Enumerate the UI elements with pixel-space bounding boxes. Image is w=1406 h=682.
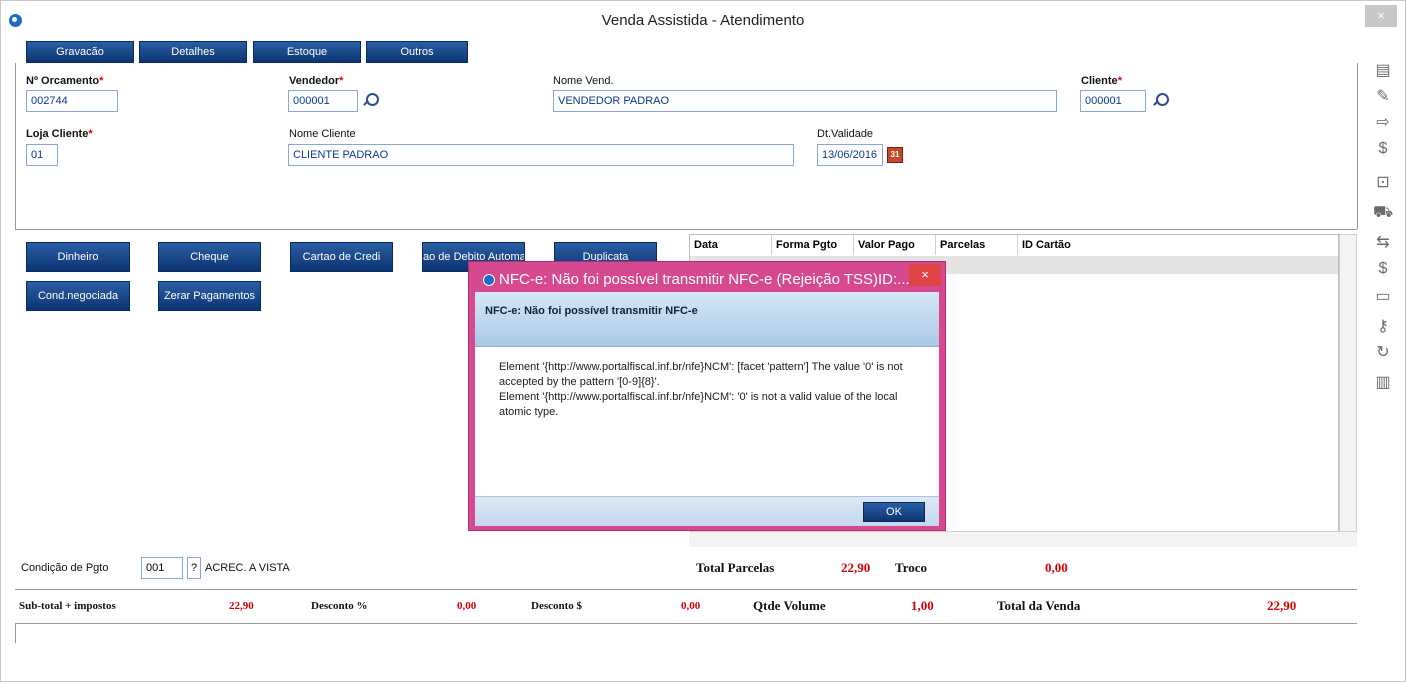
condicao-desc: ACREC. A VISTA	[205, 562, 290, 574]
total-parcelas-value: 22,90	[841, 560, 871, 575]
money-icon[interactable]: $	[1373, 139, 1393, 159]
dialog-message-line-2: Element '{http://www.portalfiscal.inf.br…	[499, 391, 898, 418]
preview-icon[interactable]: ⊡	[1373, 173, 1393, 193]
right-border	[1357, 63, 1358, 229]
orcamento-field[interactable]: 002744	[26, 90, 118, 112]
validade-label: Dt.Validade	[817, 128, 874, 140]
col-id-cartao[interactable]: ID Cartão	[1018, 235, 1338, 255]
dialog-message: Element '{http://www.portalfiscal.inf.br…	[499, 360, 919, 420]
cliente-label: Cliente*	[1081, 75, 1122, 87]
zerar-pagamentos-button[interactable]: Zerar Pagamentos	[158, 281, 261, 311]
tools-icon[interactable]: ✎	[1373, 87, 1393, 107]
dialog-footer: OK	[475, 496, 939, 526]
import-icon[interactable]: ⇨	[1373, 113, 1393, 133]
dinheiro-button[interactable]: Dinheiro	[26, 242, 130, 272]
nome-cliente-label: Nome Cliente	[289, 128, 356, 140]
troco-label: Troco	[895, 560, 928, 575]
window-close-button[interactable]: ×	[1365, 5, 1397, 27]
card-icon[interactable]: ▭	[1373, 287, 1393, 307]
dialog-header-text: NFC-e: Não foi possível transmitir NFC-e	[485, 305, 698, 317]
vendedor-label: Vendedor*	[289, 75, 344, 87]
vendedor-search-icon[interactable]	[362, 93, 379, 107]
volume-label: Qtde Volume	[753, 598, 826, 613]
total-venda-value: 22,90	[1267, 598, 1297, 613]
cliente-field[interactable]: 000001	[1080, 90, 1146, 112]
troco-value: 0,00	[1045, 560, 1068, 575]
nav-estoque-button[interactable]: Estoque	[253, 41, 361, 63]
nome-vend-field[interactable]: VENDEDOR PADRAO	[553, 90, 1057, 112]
footer-left-border	[15, 623, 16, 643]
chart-icon[interactable]: ▥	[1373, 373, 1393, 393]
col-parcelas[interactable]: Parcelas	[936, 235, 1018, 255]
key-icon[interactable]: ⚷	[1373, 317, 1393, 337]
calendar-icon[interactable]: 31	[887, 147, 903, 163]
cond-negociada-button[interactable]: Cond.negociada	[26, 281, 130, 311]
loja-cliente-label: Loja Cliente*	[26, 128, 93, 140]
desconto-val-value: 0,00	[681, 600, 701, 612]
section-divider	[15, 229, 1357, 230]
desconto-val-label: Desconto $	[531, 600, 583, 612]
footer-divider	[15, 623, 1357, 624]
title-bar: Venda Assistida - Atendimento ×	[1, 1, 1405, 39]
nome-vend-label: Nome Vend.	[553, 75, 614, 87]
grid-horizontal-scrollbar[interactable]	[689, 531, 1357, 547]
window-title: Venda Assistida - Atendimento	[601, 12, 805, 29]
desconto-pct-label: Desconto %	[311, 600, 368, 612]
main-window: Venda Assistida - Atendimento × Gravacão…	[0, 0, 1406, 682]
subtotal-value: 22,90	[229, 600, 254, 612]
nav-outros-button[interactable]: Outros	[366, 41, 468, 63]
nome-cliente-field[interactable]: CLIENTE PADRAO	[288, 144, 794, 166]
nav-detalhes-button[interactable]: Detalhes	[139, 41, 247, 63]
ok-button[interactable]: OK	[863, 502, 925, 522]
cheque-button[interactable]: Cheque	[158, 242, 261, 272]
dialog-body: NFC-e: Não foi possível transmitir NFC-e…	[475, 292, 939, 526]
condicao-help-button[interactable]: ?	[187, 557, 201, 579]
subtotal-label: Sub-total + impostos	[19, 600, 116, 612]
dialog-close-button[interactable]: ×	[909, 264, 941, 286]
condicao-code-field[interactable]: 001	[141, 557, 183, 579]
grid-header: Data Forma Pgto Valor Pago Parcelas ID C…	[690, 235, 1338, 255]
save-icon[interactable]: ▤	[1373, 61, 1393, 81]
validade-field[interactable]: 13/06/2016	[817, 144, 883, 166]
nav-gravacao-button[interactable]: Gravacão	[26, 41, 134, 63]
total-venda-label: Total da Venda	[997, 598, 1081, 613]
truck-icon[interactable]: ⛟	[1373, 203, 1393, 223]
dialog-title: NFC-e: Não foi possível transmitir NFC-e…	[499, 271, 910, 288]
cash-icon[interactable]: $	[1373, 259, 1393, 279]
col-data[interactable]: Data	[690, 235, 772, 255]
dialog-app-icon	[483, 274, 495, 286]
refresh-icon[interactable]: ↻	[1373, 343, 1393, 363]
total-parcelas-label: Total Parcelas	[696, 560, 775, 575]
vendedor-field[interactable]: 000001	[288, 90, 358, 112]
left-border	[15, 63, 16, 229]
cartao-credito-button[interactable]: Cartao de Credi	[290, 242, 393, 272]
loja-cliente-field[interactable]: 01	[26, 144, 58, 166]
cliente-search-icon[interactable]	[1152, 93, 1169, 107]
error-dialog: NFC-e: Não foi possível transmitir NFC-e…	[468, 261, 946, 531]
orcamento-label: Nº Orcamento*	[26, 75, 104, 87]
col-forma-pgto[interactable]: Forma Pgto	[772, 235, 854, 255]
dialog-message-line-1: Element '{http://www.portalfiscal.inf.br…	[499, 361, 903, 388]
condicao-label: Condição de Pgto	[21, 562, 109, 574]
totals-divider	[15, 589, 1357, 590]
grid-vertical-scrollbar[interactable]	[1339, 234, 1357, 546]
desconto-pct-value: 0,00	[457, 600, 477, 612]
exchange-icon[interactable]: ⇆	[1373, 233, 1393, 253]
dialog-header: NFC-e: Não foi possível transmitir NFC-e	[475, 292, 939, 347]
col-valor-pago[interactable]: Valor Pago	[854, 235, 936, 255]
volume-value: 1,00	[911, 598, 934, 613]
